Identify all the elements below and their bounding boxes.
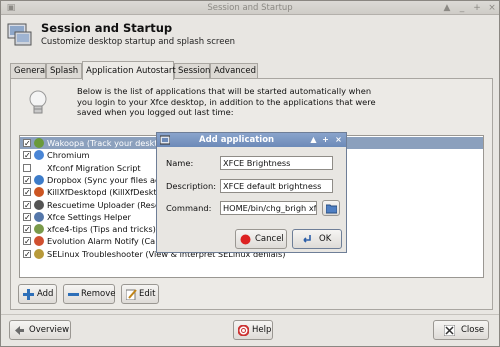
edit-button[interactable]: Edit (121, 284, 159, 304)
overview-button[interactable]: Overview (9, 320, 71, 340)
app-label: Dropbox (Sync your files ac (47, 174, 160, 185)
session-startup-window: ▣ Session and Startup ▲ _ + × Session an… (0, 0, 500, 347)
autostart-checkbox[interactable]: ✓ (23, 200, 31, 209)
name-label: Name: (166, 158, 194, 168)
shade-icon[interactable]: ▲ (441, 3, 453, 13)
app-icon (34, 224, 44, 235)
remove-button[interactable]: Remove (63, 284, 116, 304)
name-field[interactable]: XFCE Brightness (220, 156, 333, 170)
window-title: Session and Startup (207, 3, 293, 13)
add-application-dialog: Add application ▲ + × Name: XFCE Brightn… (156, 132, 347, 253)
description-field[interactable]: XFCE default brightness (220, 179, 333, 193)
ok-button[interactable]: OK (292, 229, 342, 249)
help-button-label: Help (252, 325, 272, 335)
overview-button-label: Overview (29, 325, 70, 335)
edit-button-label: Edit (139, 289, 156, 299)
bottom-separator (1, 314, 499, 315)
app-label: KillXfDesktopd (KillXfDeskto (47, 187, 162, 198)
close-button-label: Close (461, 325, 485, 335)
app-icon (34, 211, 44, 222)
app-icon (34, 162, 44, 173)
page-title: Session and Startup (41, 21, 173, 35)
autostart-description: Below is the list of applications that w… (77, 86, 376, 118)
description-label: Description: (166, 181, 217, 191)
app-icon (34, 150, 44, 161)
cancel-icon (240, 234, 251, 245)
app-label: Chromium (47, 150, 90, 161)
remove-button-label: Remove (81, 289, 116, 299)
enter-arrow-icon (303, 235, 311, 243)
help-icon (238, 325, 249, 336)
app-icon (34, 174, 44, 185)
close-button[interactable]: Close (433, 320, 489, 340)
autostart-checkbox[interactable]: ✓ (23, 139, 31, 148)
tab-application-autostart[interactable]: Application Autostart (82, 61, 176, 80)
app-icon (34, 248, 44, 259)
autostart-checkbox[interactable]: ✓ (23, 188, 31, 197)
app-icon (34, 199, 44, 210)
app-label: Xfce Settings Helper (47, 211, 131, 222)
app-icon (34, 236, 44, 247)
autostart-checkbox[interactable]: ✓ (23, 151, 31, 160)
remove-icon (68, 293, 79, 296)
autostart-checkbox[interactable]: ✓ (23, 237, 31, 246)
dialog-close-icon[interactable]: × (333, 134, 344, 145)
autostart-checkbox[interactable] (23, 163, 31, 172)
cancel-button[interactable]: Cancel (235, 229, 287, 249)
tab-session[interactable]: Session (174, 63, 210, 79)
add-icon (23, 289, 34, 300)
autostart-checkbox[interactable]: ✓ (23, 225, 31, 234)
back-arrow-icon (15, 326, 24, 335)
add-button[interactable]: Add (18, 284, 57, 304)
app-label: Xfconf Migration Script (47, 162, 141, 173)
close-window-icon[interactable]: × (486, 3, 498, 13)
autostart-checkbox[interactable]: ✓ (23, 175, 31, 184)
ok-button-label: OK (319, 234, 332, 244)
edit-icon (126, 289, 137, 300)
tab-splash[interactable]: Splash (46, 63, 82, 79)
session-startup-icon (7, 23, 32, 46)
lightbulb-icon (29, 90, 47, 114)
minimize-icon[interactable]: _ (456, 3, 468, 13)
close-icon (444, 325, 455, 336)
dialog-header: Session and Startup Customize desktop st… (7, 19, 487, 53)
window-titlebar[interactable]: ▣ Session and Startup ▲ _ + × (1, 1, 499, 15)
dialog-titlebar[interactable]: Add application ▲ + × (157, 133, 346, 147)
autostart-checkbox[interactable]: ✓ (23, 212, 31, 221)
folder-icon (326, 204, 337, 214)
dialog-title: Add application (199, 135, 275, 145)
app-label: xfce4-tips (Tips and tricks) (47, 224, 156, 235)
browse-button[interactable] (322, 200, 340, 216)
add-button-label: Add (37, 289, 54, 299)
dialog-maximize-icon[interactable]: + (320, 134, 331, 145)
autostart-checkbox[interactable]: ✓ (23, 249, 31, 258)
maximize-icon[interactable]: + (471, 3, 483, 13)
app-label: Wakoopa (Track your deskto (47, 138, 163, 148)
command-label: Command: (166, 203, 212, 213)
dialog-shade-icon[interactable]: ▲ (308, 134, 319, 145)
tab-general[interactable]: General (10, 63, 48, 79)
help-button[interactable]: Help (233, 320, 273, 340)
cancel-button-label: Cancel (255, 234, 284, 244)
dialog-app-icon (160, 135, 170, 145)
tab-advanced[interactable]: Advanced (210, 63, 258, 79)
command-field[interactable]: HOME/bin/chg_brigh xfce (220, 201, 317, 215)
page-subtitle: Customize desktop startup and splash scr… (41, 37, 236, 47)
app-icon (34, 187, 44, 198)
app-icon (34, 138, 44, 148)
app-label: Rescuetime Uploader (Resc (47, 199, 160, 210)
